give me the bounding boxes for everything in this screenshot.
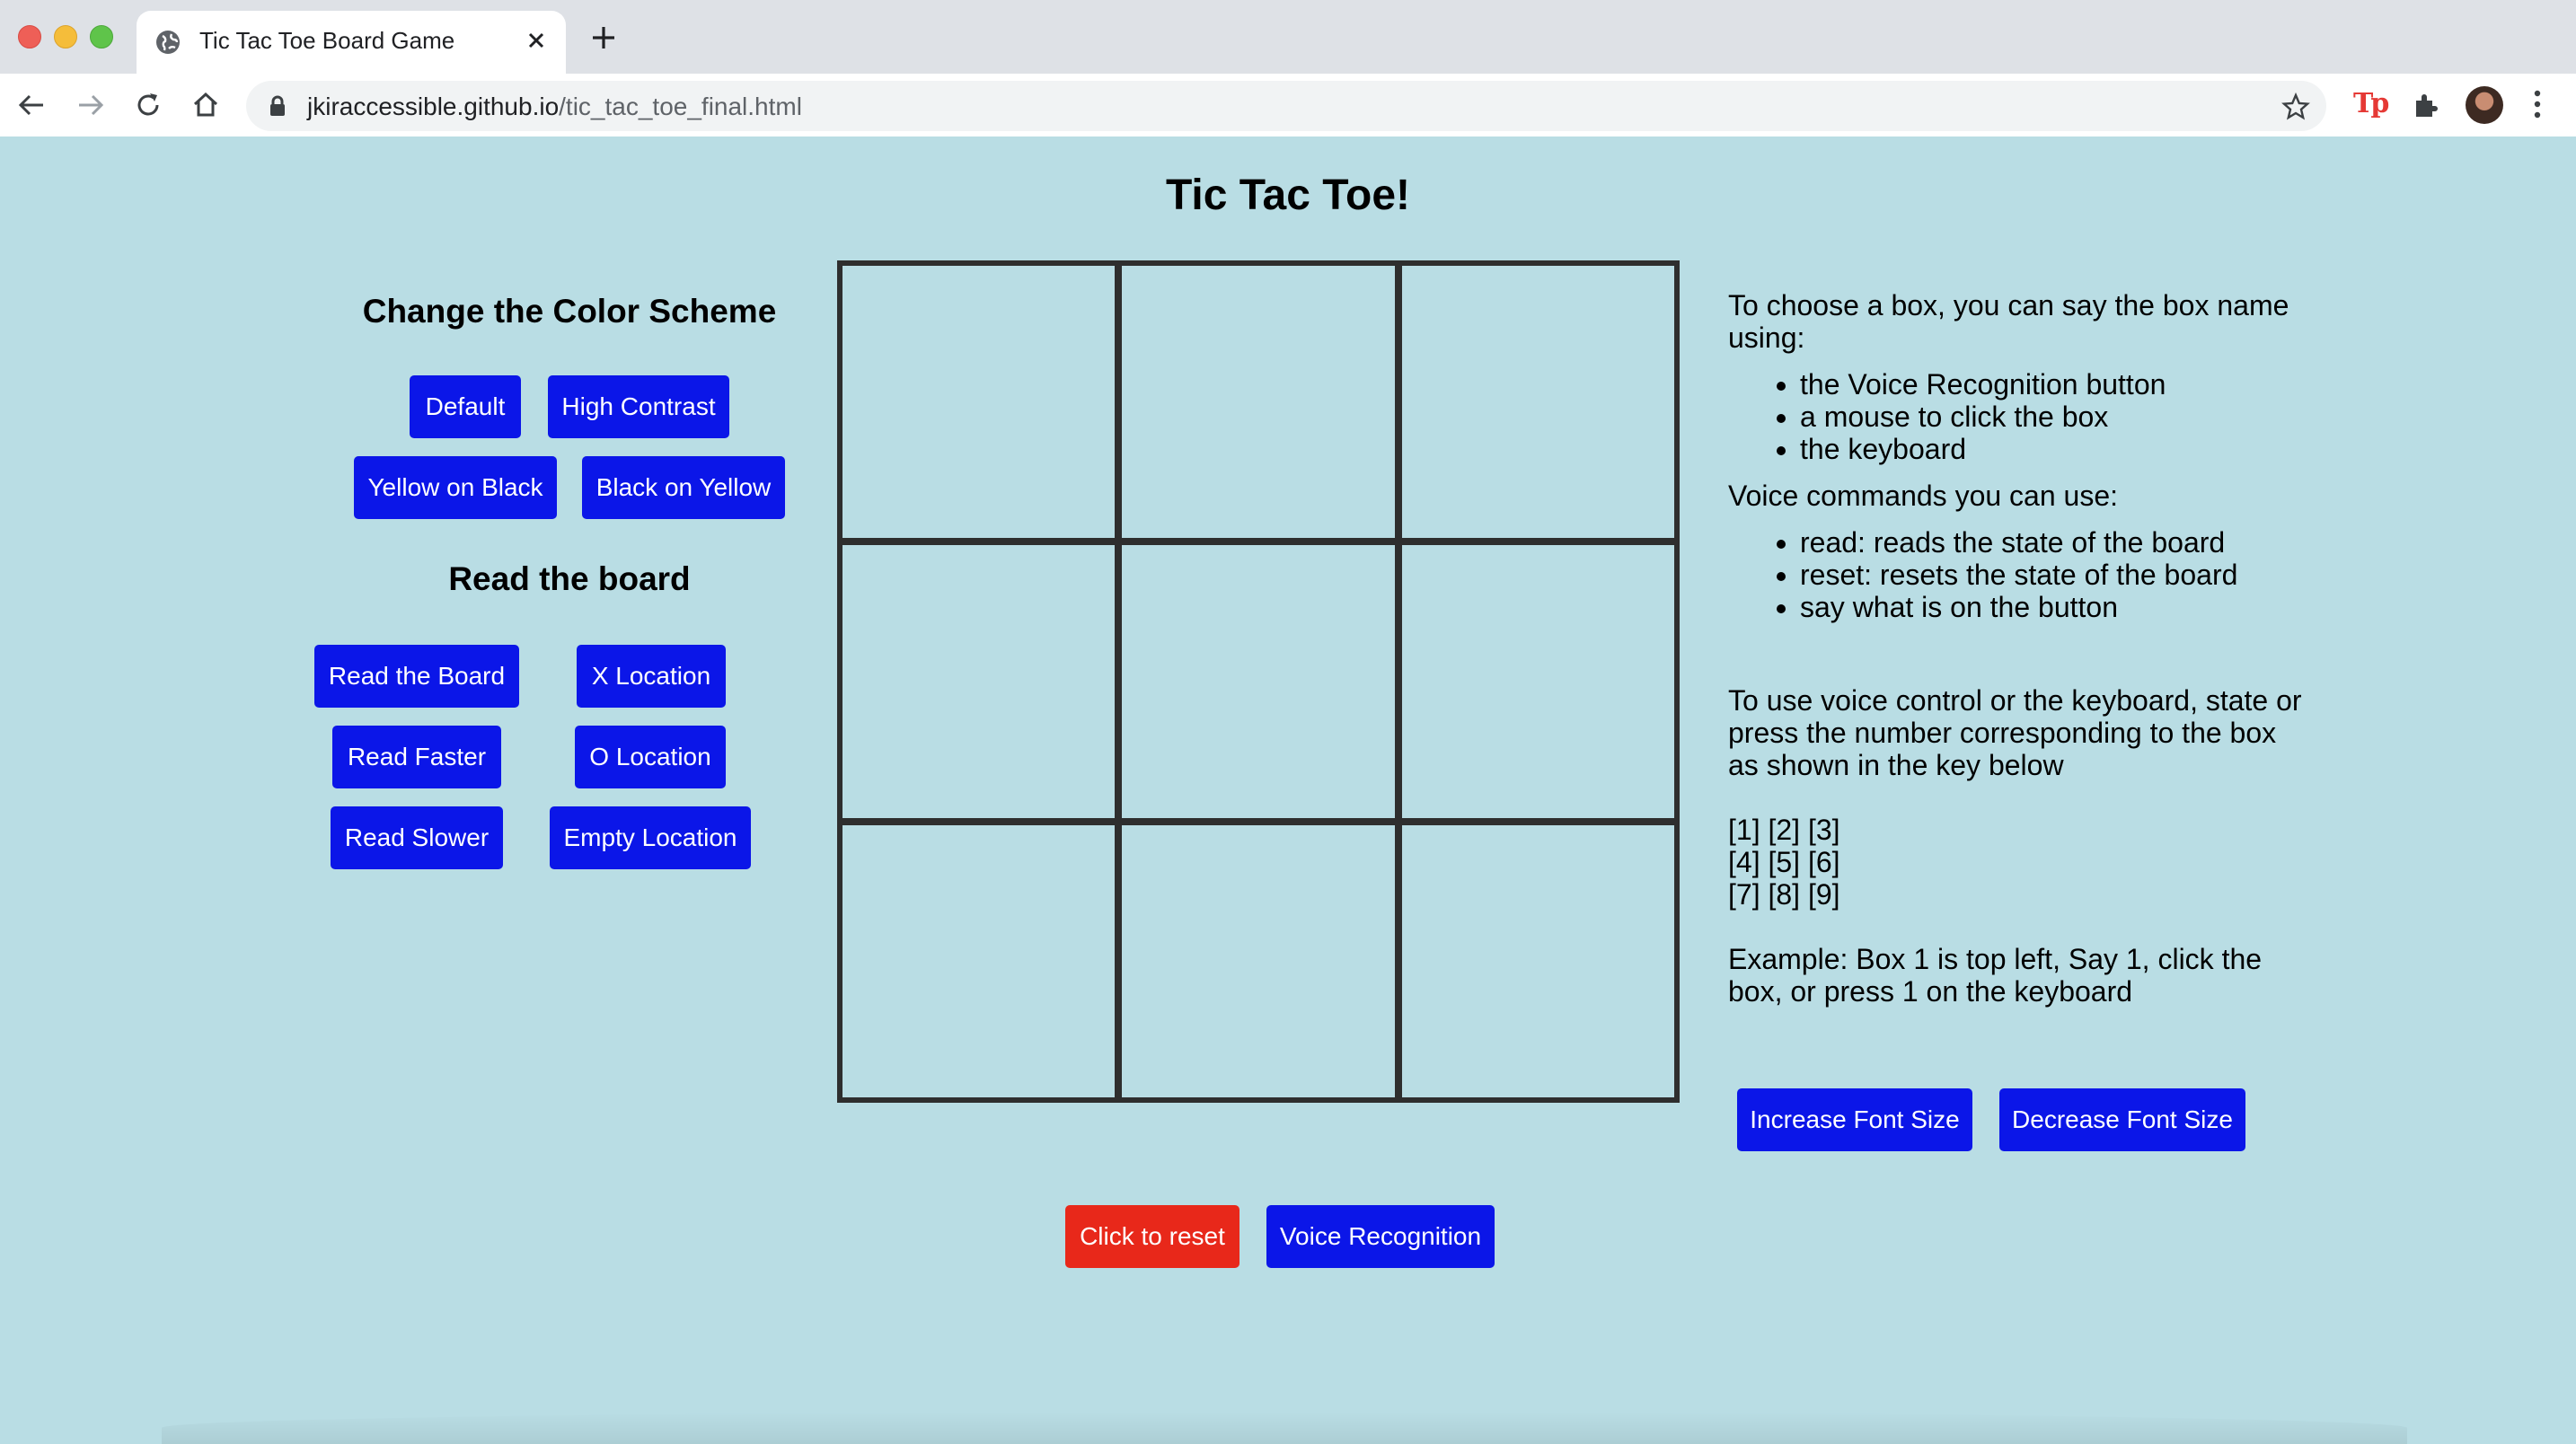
example-text: Example: Box 1 is top left, Say 1, click… [1728,943,2263,1008]
voice-recognition-button[interactable]: Voice Recognition [1266,1205,1495,1268]
instructions-panel: To choose a box, you can say the box nam… [1728,289,2303,1008]
window-maximize-button[interactable] [90,25,113,48]
board-box-6[interactable] [1401,545,1674,818]
list-item: read: reads the state of the board [1800,526,2303,559]
new-tab-icon[interactable] [589,23,618,57]
page-content: Tic Tac Toe! Change the Color Scheme Def… [0,136,2576,1444]
window-minimize-button[interactable] [54,25,77,48]
list-item: a mouse to click the box [1800,401,2303,433]
lock-icon[interactable] [268,95,287,121]
keyboard-note: To use voice control or the keyboard, st… [1728,684,2302,781]
reload-icon[interactable] [133,90,163,125]
more-menu-icon[interactable] [2531,88,2544,125]
bookmark-star-icon[interactable] [2281,92,2310,126]
instructions-intro: To choose a box, you can say the box nam… [1728,289,2289,354]
black-on-yellow-button[interactable]: Black on Yellow [582,456,785,519]
read-the-board-button[interactable]: Read the Board [314,645,519,708]
color-scheme-heading: Change the Color Scheme [362,293,777,330]
back-arrow-icon[interactable] [16,90,47,125]
window-close-button[interactable] [18,25,41,48]
read-slower-button[interactable]: Read Slower [331,806,503,869]
board-box-1[interactable] [842,266,1116,539]
commands-intro: Voice commands you can use: [1728,480,2119,512]
yellow-on-black-button[interactable]: Yellow on Black [354,456,557,519]
url-domain: jkiraccessible.github.io [307,92,560,120]
tab-title: Tic Tac Toe Board Game [199,27,455,54]
home-icon[interactable] [190,90,221,125]
profile-avatar[interactable] [2466,86,2503,124]
browser-toolbar: jkiraccessible.github.io/tic_tac_toe_fin… [0,74,2576,136]
read-faster-button[interactable]: Read Faster [332,726,501,788]
board-box-8[interactable] [1122,824,1395,1097]
decrease-font-size-button[interactable]: Decrease Font Size [1999,1088,2245,1151]
board-box-2[interactable] [1122,266,1395,539]
voice-commands-list: read: reads the state of the board reset… [1728,526,2303,623]
key-row: [4] [5] [6] [1728,846,1840,878]
tic-tac-toe-board [837,260,1680,1103]
empty-location-button[interactable]: Empty Location [550,806,751,869]
high-contrast-button[interactable]: High Contrast [548,375,729,438]
list-item: the Voice Recognition button [1800,368,2303,401]
close-icon[interactable] [523,27,550,58]
board-box-3[interactable] [1401,266,1674,539]
box-key: [1] [2] [3] [4] [5] [6] [7] [8] [9] [1728,814,2303,911]
default-scheme-button[interactable]: Default [410,375,521,438]
increase-font-size-button[interactable]: Increase Font Size [1737,1088,1972,1151]
board-box-4[interactable] [842,545,1116,818]
board-box-7[interactable] [842,824,1116,1097]
url-path: /tic_tac_toe_final.html [559,92,802,120]
key-row: [1] [2] [3] [1728,814,1840,846]
extension-tp-icon[interactable]: Tp [2353,88,2389,119]
read-board-heading: Read the board [448,560,691,597]
board-box-5[interactable] [1122,545,1395,818]
input-methods-list: the Voice Recognition button a mouse to … [1728,368,2303,465]
address-bar[interactable]: jkiraccessible.github.io/tic_tac_toe_fin… [246,81,2326,131]
forward-arrow-icon[interactable] [75,90,106,125]
globe-icon [154,29,181,60]
url-text[interactable]: jkiraccessible.github.io/tic_tac_toe_fin… [307,92,802,121]
o-location-button[interactable]: O Location [575,726,726,788]
list-item: say what is on the button [1800,591,2303,623]
browser-tab[interactable]: Tic Tac Toe Board Game [137,11,566,74]
extensions-puzzle-icon[interactable] [2411,90,2441,125]
list-item: reset: resets the state of the board [1800,559,2303,591]
bottom-shadow [162,1412,2407,1444]
page-title: Tic Tac Toe! [1165,172,1411,219]
x-location-button[interactable]: X Location [577,645,726,708]
key-row: [7] [8] [9] [1728,878,1840,911]
list-item: the keyboard [1800,433,2303,465]
browser-tabstrip: Tic Tac Toe Board Game [0,0,2576,74]
reset-button[interactable]: Click to reset [1065,1205,1239,1268]
board-box-9[interactable] [1401,824,1674,1097]
